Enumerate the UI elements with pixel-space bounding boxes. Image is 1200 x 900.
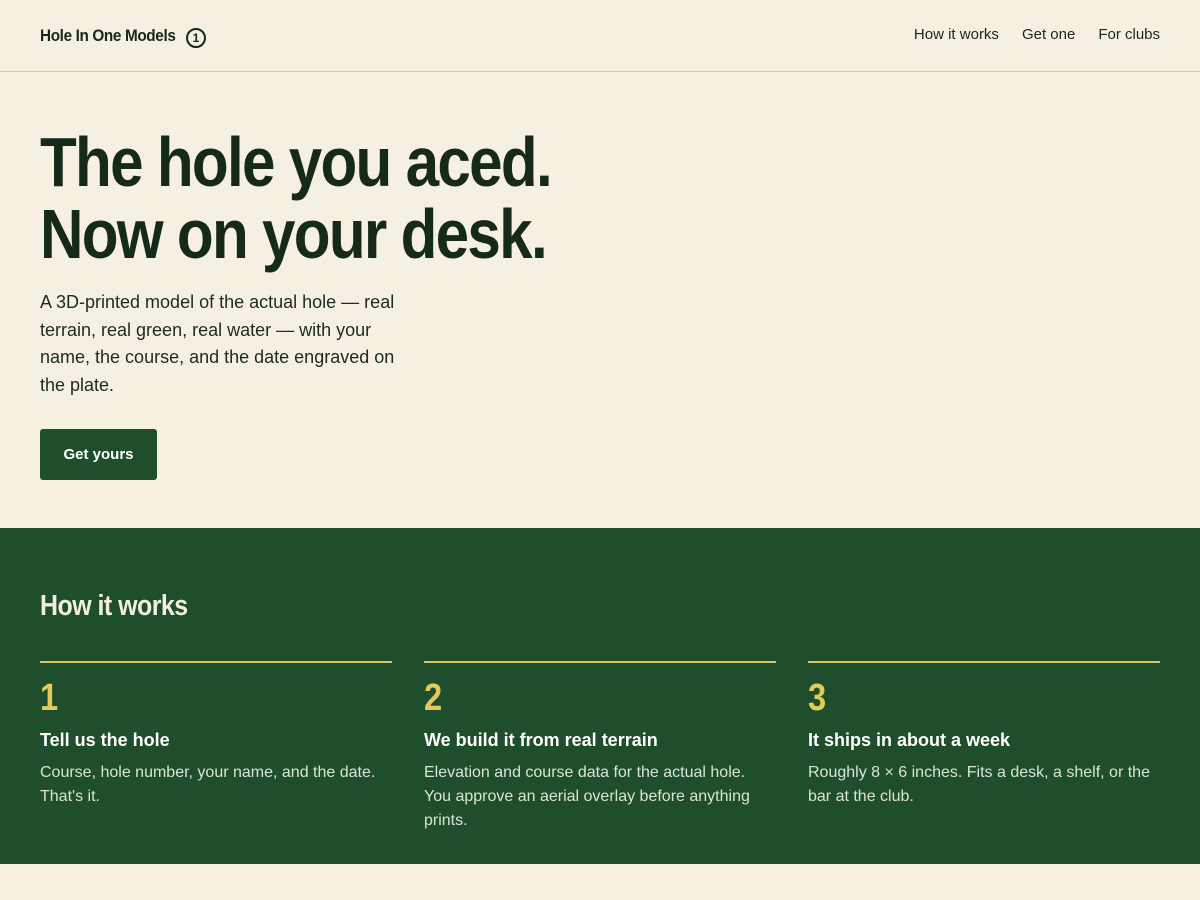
brand-logo[interactable]: Hole In One Models 1 [40,24,206,48]
step-description: Course, hole number, your name, and the … [40,764,376,805]
main-nav: How it works Get one For clubs [914,26,1160,43]
brand-name: Hole In One Models [40,26,176,45]
get-yours-button[interactable]: Get yours [40,429,157,480]
how-it-works-title: How it works [40,590,188,622]
step-description: Elevation and course data for the actual… [424,764,750,829]
step-number: 2 [424,677,443,719]
nav-link-for-clubs[interactable]: For clubs [1098,26,1160,43]
nav-link-get-one[interactable]: Get one [1022,26,1075,43]
hole-in-one-badge-icon: 1 [186,27,206,48]
step-description: Roughly 8 × 6 inches. Fits a desk, a she… [808,764,1150,805]
hero-title-line-1: The hole you aced. [40,123,553,201]
step-title: We build it from real terrain [424,730,658,750]
nav-link-how-it-works[interactable]: How it works [914,26,999,43]
step-title: It ships in about a week [808,730,1011,750]
step-title: Tell us the hole [40,730,170,750]
step-1: 1 Tell us the hole Course, hole number, … [40,661,392,805]
step-number: 3 [808,677,827,719]
how-it-works-section: How it works 1 Tell us the hole Course, … [0,528,1200,864]
hero-title: The hole you aced. Now on your desk. [40,126,642,270]
step-3: 3 It ships in about a week Roughly 8 × 6… [808,661,1160,805]
step-number: 1 [40,677,59,719]
hero-section: The hole you aced. Now on your desk. [40,126,740,270]
hero-description: A 3D-printed model of the actual hole — … [40,292,395,395]
hero-title-line-2: Now on your desk. [40,195,548,273]
step-2: 2 We build it from real terrain Elevatio… [424,661,776,829]
site-header: Hole In One Models 1 How it works Get on… [0,0,1200,72]
